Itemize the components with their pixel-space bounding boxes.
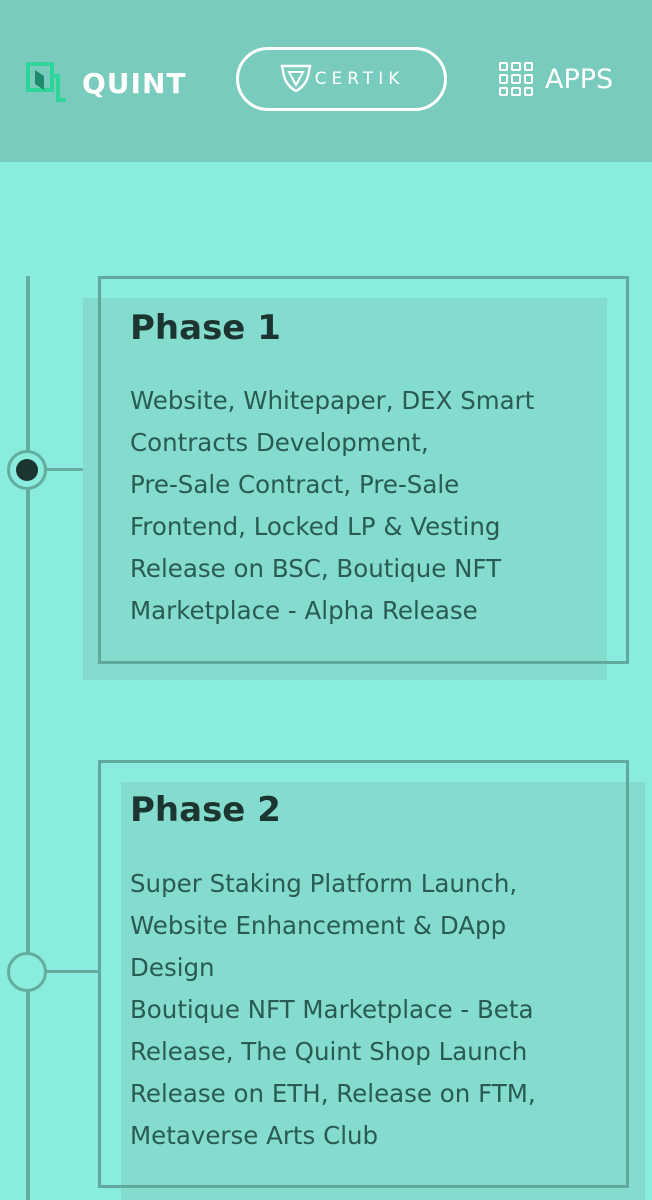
quint-logo-icon — [26, 62, 68, 104]
phase-2-line: Release, The Quint Shop Launch — [130, 1037, 528, 1066]
phase-1-line: Contracts Development, — [130, 428, 429, 457]
top-header: QUINT CERTIK APPS — [0, 0, 652, 162]
phase-1-node-icon — [7, 450, 47, 490]
phase-1-description: Website, Whitepaper, DEX Smart Contracts… — [130, 380, 534, 632]
phase-2-line: Design — [130, 953, 215, 982]
phase-2-line: Release on ETH, Release on FTM, — [130, 1079, 536, 1108]
phase-1-line: Website, Whitepaper, DEX Smart — [130, 386, 535, 415]
phase-1-line: Frontend, Locked LP & Vesting — [130, 512, 501, 541]
brand-logo[interactable]: QUINT — [26, 62, 187, 104]
phase-1-line: Pre-Sale Contract, Pre-Sale — [130, 470, 460, 499]
phase-1-line: Release on BSC, Boutique NFT — [130, 554, 502, 583]
phase-2-line: Super Staking Platform Launch, — [130, 869, 518, 898]
certik-label: CERTIK — [314, 69, 405, 89]
phase-2-connector — [46, 970, 100, 973]
apps-label: APPS — [545, 63, 614, 95]
phase-2-title: Phase 2 — [130, 790, 281, 830]
phase-1-title: Phase 1 — [130, 308, 281, 348]
phase-2-line: Metaverse Arts Club — [130, 1121, 379, 1150]
apps-menu-button[interactable]: APPS — [499, 62, 613, 96]
certik-badge-button[interactable]: CERTIK — [236, 47, 447, 111]
phase-1-line: Marketplace - Alpha Release — [130, 596, 478, 625]
phase-2-line: Website Enhancement & DApp — [130, 911, 507, 940]
phase-2-description: Super Staking Platform Launch, Website E… — [130, 863, 536, 1157]
certik-shield-icon — [279, 60, 313, 98]
timeline-line — [26, 276, 30, 1200]
phase-2-node-icon — [7, 952, 47, 992]
apps-grid-icon — [499, 62, 533, 96]
brand-name: QUINT — [82, 66, 187, 100]
phase-2-line: Boutique NFT Marketplace - Beta — [130, 995, 534, 1024]
